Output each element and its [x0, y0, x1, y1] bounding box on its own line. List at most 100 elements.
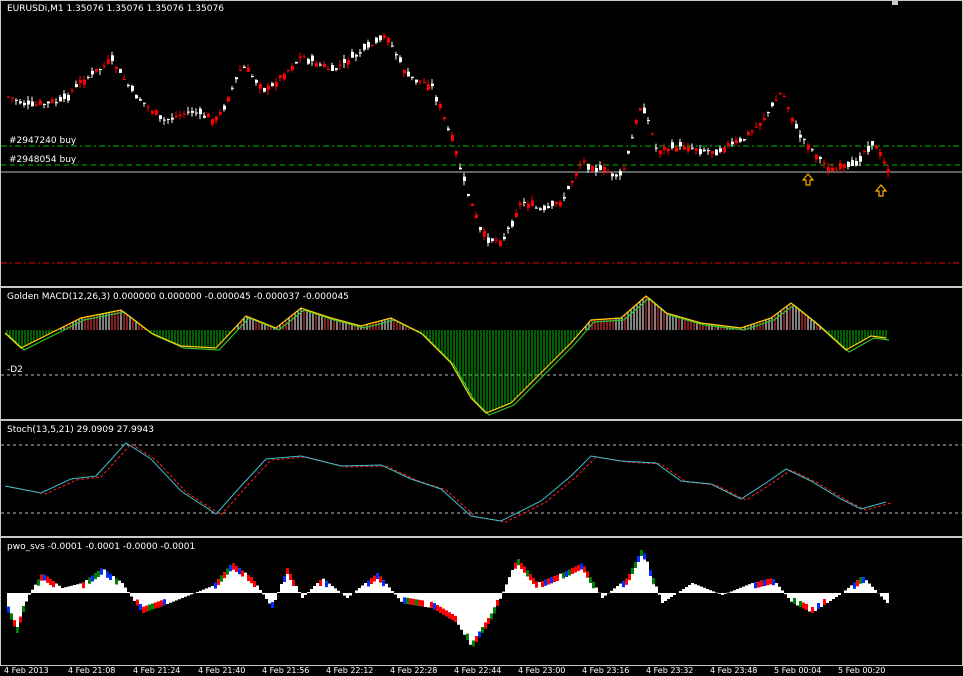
candle-body	[191, 111, 194, 113]
stochastic-title: Stoch(13,5,21) 29.0909 27.9943	[7, 425, 154, 435]
pwo-bar-tip	[628, 574, 631, 580]
pwo-bar	[499, 593, 502, 599]
pwo-bar-tip	[814, 605, 817, 611]
pwo-bar-tip	[457, 618, 460, 625]
candle-body	[655, 147, 658, 149]
pwo-bar	[127, 592, 130, 593]
candle-body	[659, 150, 662, 154]
pwo-bar	[202, 589, 205, 593]
pwo-bar	[832, 593, 835, 599]
pwo-bar	[709, 590, 712, 593]
pwo-bar	[313, 586, 316, 593]
candle-body	[207, 113, 210, 118]
pwo-bar-tip	[220, 575, 223, 582]
candle-body	[679, 142, 682, 147]
pwo-bar-tip	[565, 571, 568, 577]
stochastic-indicator-pane[interactable]: Stoch(13,5,21) 29.0909 27.9943	[0, 420, 963, 537]
candle-body	[67, 95, 70, 101]
candle-body	[99, 69, 102, 71]
pwo-bar-tip	[412, 598, 415, 605]
pwo-bar-tip	[541, 581, 544, 587]
pwo-bar-tip	[448, 612, 451, 619]
candle-body	[223, 105, 226, 110]
candle-body	[431, 83, 434, 86]
pwo-bar-tip	[577, 565, 580, 571]
candle-body	[795, 123, 798, 129]
candle-body	[331, 65, 334, 71]
pwo-bar	[61, 588, 64, 593]
pwo-bar	[688, 585, 691, 593]
pwo-bar-tip	[793, 598, 796, 604]
order-label-2: #2948054 buy	[9, 155, 77, 165]
pwo-bar	[385, 583, 388, 593]
pwo-bar	[679, 591, 682, 593]
candle-body	[295, 62, 298, 64]
pwo-bar-tip	[442, 608, 445, 615]
pwo-bar	[25, 593, 28, 602]
pwo-bar	[595, 587, 598, 593]
pwo-bar-tip	[157, 601, 160, 608]
candle-body	[843, 164, 846, 168]
candle-body	[475, 214, 478, 218]
pwo-bar-tip	[487, 618, 490, 624]
candle-body	[35, 104, 38, 106]
candle-body	[407, 71, 410, 77]
pwo-bar	[208, 587, 211, 593]
buy-arrow-icon	[874, 184, 888, 197]
pwo-bar	[70, 585, 73, 593]
pwo-bar	[391, 591, 394, 593]
pwo-bar-tip	[772, 579, 775, 586]
scroll-marker-icon[interactable]	[892, 1, 898, 5]
pwo-bar	[79, 583, 82, 593]
pwo-bar	[178, 593, 181, 600]
candle-body	[287, 70, 290, 71]
pwo-bar	[310, 589, 313, 593]
candle-body	[187, 111, 190, 113]
candle-body	[435, 97, 438, 102]
time-label: 4 Feb 21:08	[68, 666, 116, 675]
time-axis: 4 Feb 2013 4 Feb 21:08 4 Feb 21:24 4 Feb…	[0, 666, 963, 676]
pwo-bar-tip	[241, 570, 244, 577]
pwo-bar-tip	[481, 627, 484, 633]
pwo-bar-tip	[508, 577, 511, 584]
pwo-bar	[691, 583, 694, 593]
candle-body	[319, 64, 322, 66]
pwo-bar	[703, 587, 706, 593]
pwo-bar-tip	[553, 576, 556, 583]
price-chart-pane[interactable]: EURUSDi,M1 1.35076 1.35076 1.35076 1.350…	[0, 0, 963, 287]
candle-body	[615, 174, 618, 177]
pwo-bar-tip	[403, 597, 406, 604]
candle-body	[279, 75, 282, 78]
time-label: 4 Feb 23:48	[710, 666, 758, 675]
pwo-bar-tip	[637, 556, 640, 562]
pwo-bar	[874, 590, 877, 593]
pwo-indicator-pane[interactable]: pwo_svs -0.0001 -0.0001 -0.0000 -0.0001	[0, 537, 963, 666]
candle-body	[875, 145, 878, 149]
time-label: 4 Feb 22:12	[326, 666, 374, 675]
candle-body	[15, 99, 18, 101]
candle-body	[627, 151, 630, 154]
pwo-bar-tip	[322, 578, 325, 585]
pwo-bar	[748, 584, 751, 593]
candle-body	[199, 108, 202, 115]
candle-body	[831, 167, 834, 171]
candle-body	[375, 37, 378, 43]
stochastic-main-line	[4, 442, 887, 522]
pwo-bar-tip	[115, 578, 118, 585]
candle-body	[859, 156, 862, 162]
pwo-bar-tip	[244, 572, 247, 579]
time-label: 4 Feb 22:44	[454, 666, 502, 675]
pwo-bar-tip	[589, 577, 592, 583]
candle-body	[47, 101, 50, 104]
candle-body	[123, 79, 126, 80]
candle-body	[87, 77, 90, 78]
candle-body	[131, 85, 134, 91]
candle-body	[335, 68, 338, 70]
order-label-1: #2947240 buy	[9, 136, 77, 146]
pwo-bar-tip	[139, 604, 142, 610]
pwo-bar-tip	[151, 603, 154, 610]
pwo-bar-tip	[109, 574, 112, 580]
candle-body	[547, 206, 550, 208]
macd-indicator-pane[interactable]: Golden MACD(12,26,3) 0.000000 0.000000 -…	[0, 287, 963, 420]
candle-body	[555, 201, 558, 204]
